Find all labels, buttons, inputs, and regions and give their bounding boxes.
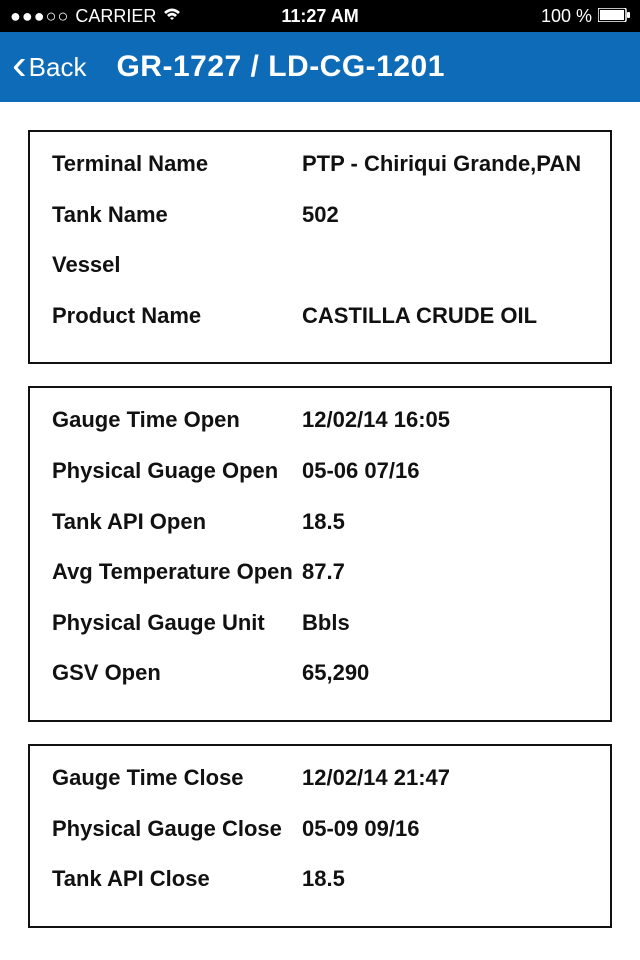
back-button[interactable]: ‹ Back: [12, 47, 86, 87]
field-value: 05-09 09/16: [302, 815, 588, 844]
row: Product Name CASTILLA CRUDE OIL: [52, 302, 588, 331]
row: Physical Guage Open 05-06 07/16: [52, 457, 588, 486]
row: Vessel: [52, 251, 588, 280]
row: Gauge Time Close 12/02/14 21:47: [52, 764, 588, 793]
row: Terminal Name PTP - Chiriqui Grande,PAN: [52, 150, 588, 179]
card-open-readings: Gauge Time Open 12/02/14 16:05 Physical …: [28, 386, 612, 722]
field-value: 65,290: [302, 659, 588, 688]
field-label: Gauge Time Close: [52, 764, 302, 793]
page-title: GR-1727 / LD-CG-1201: [116, 50, 444, 84]
content: Terminal Name PTP - Chiriqui Grande,PAN …: [0, 102, 640, 960]
field-label: Avg Temperature Open: [52, 558, 302, 587]
wifi-icon: [162, 6, 182, 27]
field-value: [302, 251, 588, 280]
field-value: CASTILLA CRUDE OIL: [302, 302, 588, 331]
field-label: GSV Open: [52, 659, 302, 688]
field-label: Tank API Open: [52, 508, 302, 537]
field-value: 05-06 07/16: [302, 457, 588, 486]
signal-dots-icon: ●●●○○: [10, 6, 69, 27]
field-value: Bbls: [302, 609, 588, 638]
nav-header: ‹ Back GR-1727 / LD-CG-1201: [0, 32, 640, 102]
card-terminal-info: Terminal Name PTP - Chiriqui Grande,PAN …: [28, 130, 612, 364]
field-label: Tank API Close: [52, 865, 302, 894]
chevron-left-icon: ‹: [12, 43, 27, 87]
field-value: 502: [302, 201, 588, 230]
field-label: Physical Gauge Close: [52, 815, 302, 844]
field-value: 12/02/14 16:05: [302, 406, 588, 435]
back-label: Back: [29, 52, 87, 83]
field-label: Physical Guage Open: [52, 457, 302, 486]
field-value: 18.5: [302, 865, 588, 894]
status-left: ●●●○○ CARRIER: [10, 6, 217, 27]
carrier-label: CARRIER: [75, 6, 156, 27]
field-value: 87.7: [302, 558, 588, 587]
battery-percent: 100 %: [541, 6, 592, 27]
field-label: Product Name: [52, 302, 302, 331]
row: Avg Temperature Open 87.7: [52, 558, 588, 587]
field-label: Physical Gauge Unit: [52, 609, 302, 638]
field-value: 12/02/14 21:47: [302, 764, 588, 793]
field-label: Tank Name: [52, 201, 302, 230]
row: GSV Open 65,290: [52, 659, 588, 688]
status-right: 100 %: [423, 6, 630, 27]
card-close-readings: Gauge Time Close 12/02/14 21:47 Physical…: [28, 744, 612, 928]
status-time: 11:27 AM: [217, 6, 424, 27]
battery-icon: [598, 6, 630, 27]
field-label: Terminal Name: [52, 150, 302, 179]
row: Physical Gauge Close 05-09 09/16: [52, 815, 588, 844]
field-label: Gauge Time Open: [52, 406, 302, 435]
field-value: PTP - Chiriqui Grande,PAN: [302, 150, 588, 179]
row: Gauge Time Open 12/02/14 16:05: [52, 406, 588, 435]
row: Tank Name 502: [52, 201, 588, 230]
field-label: Vessel: [52, 251, 302, 280]
row: Tank API Close 18.5: [52, 865, 588, 894]
row: Physical Gauge Unit Bbls: [52, 609, 588, 638]
status-bar: ●●●○○ CARRIER 11:27 AM 100 %: [0, 0, 640, 32]
field-value: 18.5: [302, 508, 588, 537]
row: Tank API Open 18.5: [52, 508, 588, 537]
